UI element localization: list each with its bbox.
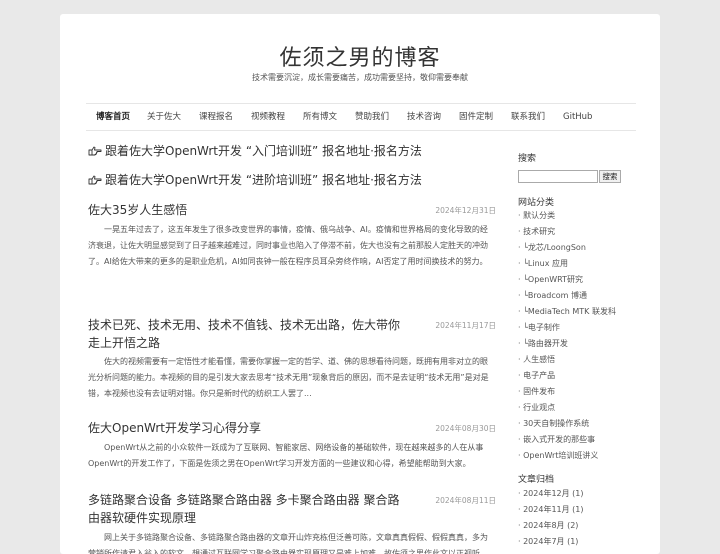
- nav-item-all-posts[interactable]: 所有博文: [303, 104, 337, 130]
- archive-link[interactable]: · 2024年7月 (1): [518, 536, 578, 548]
- site-description: 技术需要沉淀，成长需要痛苦，成功需要坚持，敬仰需要奉献: [252, 73, 468, 82]
- category-link[interactable]: · 技术研究: [518, 226, 555, 238]
- main-nav: 博客首页 关于佐大 课程报名 视频教程 所有博文 赞助我们 技术咨询 固件定制 …: [86, 103, 636, 131]
- sticky-post-link[interactable]: 跟着佐大学OpenWrt开发 “进阶培训班” 报名地址·报名方法: [88, 171, 422, 189]
- post-title-link[interactable]: 佐大35岁人生感悟: [88, 201, 408, 219]
- nav-item-home[interactable]: 博客首页: [96, 104, 130, 130]
- post-title-link[interactable]: 技术已死、技术无用、技术不值钱、技术无出路，佐大带你走上开悟之路: [88, 316, 408, 352]
- archive-link[interactable]: · 2024年12月 (1): [518, 488, 584, 500]
- site-title[interactable]: 佐须之男的博客: [60, 40, 660, 72]
- category-link[interactable]: · OpenWrt培训班讲义: [518, 450, 598, 462]
- post-excerpt: OpenWrt从之前的小众软件一跃成为了互联网、智能家居、网络设备的基础软件，现…: [88, 443, 484, 468]
- category-link[interactable]: · └MediaTech MTK 联发科: [518, 306, 616, 318]
- archives-widget-title: 文章归档: [518, 475, 555, 485]
- nav-item-consulting[interactable]: 技术咨询: [407, 104, 441, 130]
- search-button[interactable]: 搜索: [599, 170, 621, 183]
- archive-link[interactable]: · 2024年8月 (2): [518, 520, 578, 532]
- post-date: 2024年11月17日: [435, 321, 496, 330]
- category-link[interactable]: · └路由器开发: [518, 338, 568, 350]
- category-link[interactable]: · └Linux 应用: [518, 258, 568, 270]
- category-link[interactable]: · └龙芯/LoongSon: [518, 242, 586, 254]
- category-link[interactable]: · 行业观点: [518, 402, 555, 414]
- hand-pointing-right-icon: [88, 146, 102, 156]
- archive-link[interactable]: · 2024年11月 (1): [518, 504, 584, 516]
- search-input[interactable]: [518, 170, 598, 183]
- sticky-post-title: 跟着佐大学OpenWrt开发 “进阶培训班” 报名地址·报名方法: [105, 173, 422, 187]
- category-link[interactable]: · └Broadcom 博通: [518, 290, 587, 302]
- nav-item-contact[interactable]: 联系我们: [511, 104, 545, 130]
- hand-pointing-right-icon: [88, 175, 102, 185]
- sticky-post-link[interactable]: 跟着佐大学OpenWrt开发 “入门培训班” 报名地址·报名方法: [88, 142, 422, 160]
- categories-widget-title: 网站分类: [518, 198, 555, 208]
- post-title-link[interactable]: 佐大OpenWrt开发学习心得分享: [88, 419, 408, 437]
- post-date: 2024年08月11日: [435, 496, 496, 505]
- post-date: 2024年08月30日: [435, 424, 496, 433]
- nav-item-videos[interactable]: 视频教程: [251, 104, 285, 130]
- post-title-link[interactable]: 多链路聚合设备 多链路聚合路由器 多卡聚合路由器 聚合路由器软硬件实现原理: [88, 491, 408, 527]
- category-link[interactable]: · 30天自制操作系统: [518, 418, 589, 430]
- category-link[interactable]: · 人生感悟: [518, 354, 555, 366]
- sticky-post-title: 跟着佐大学OpenWrt开发 “入门培训班” 报名地址·报名方法: [105, 144, 422, 158]
- nav-item-about[interactable]: 关于佐大: [147, 104, 181, 130]
- nav-item-github[interactable]: GitHub: [563, 104, 592, 130]
- post-excerpt: 网上关于多链路聚合设备、多链路聚合路由器的文章开山炸充栋但泛善可陈，文章真真假假…: [88, 533, 488, 554]
- category-link[interactable]: · 嵌入式开发的那些事: [518, 434, 595, 446]
- nav-item-firmware[interactable]: 固件定制: [459, 104, 493, 130]
- post-excerpt: 一晃五年过去了，这五年发生了很多改变世界的事情，疫情、俄乌战争、AI。疫情和世界…: [88, 225, 488, 266]
- category-link[interactable]: · └电子制作: [518, 322, 560, 334]
- nav-item-sponsor[interactable]: 赞助我们: [355, 104, 389, 130]
- page-container: 佐须之男的博客 技术需要沉淀，成长需要痛苦，成功需要坚持，敬仰需要奉献 博客首页…: [60, 14, 660, 554]
- category-link[interactable]: · 默认分类: [518, 210, 555, 222]
- post-excerpt: 佐大的视频需要有一定悟性才能看懂，需要你掌握一定的哲学、道、佛的思想看待问题，既…: [88, 357, 489, 398]
- category-link[interactable]: · 电子产品: [518, 370, 555, 382]
- post-date: 2024年12月31日: [435, 206, 496, 215]
- search-widget-title: 搜索: [518, 154, 537, 164]
- category-link[interactable]: · └OpenWRT研究: [518, 274, 583, 286]
- category-link[interactable]: · 固件发布: [518, 386, 555, 398]
- nav-item-courses[interactable]: 课程报名: [199, 104, 233, 130]
